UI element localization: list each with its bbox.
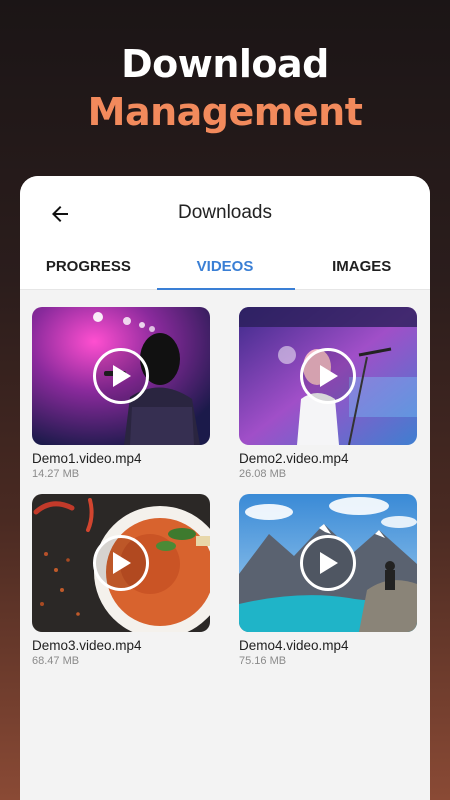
tab-videos[interactable]: VIDEOS xyxy=(157,254,294,289)
play-button[interactable] xyxy=(300,535,356,591)
promo-title-line2: Management xyxy=(87,90,363,134)
play-icon xyxy=(113,365,131,387)
video-thumbnail[interactable] xyxy=(239,494,417,632)
video-grid: Demo1.video.mp4 14.27 MB Demo2.video.mp4… xyxy=(20,290,430,667)
video-card[interactable]: Demo2.video.mp4 26.08 MB xyxy=(239,307,417,480)
video-filesize: 26.08 MB xyxy=(239,468,287,480)
play-icon xyxy=(320,552,338,574)
video-card[interactable]: Demo1.video.mp4 14.27 MB xyxy=(32,307,210,480)
video-filename: Demo4.video.mp4 xyxy=(239,638,349,653)
app-screen: Downloads PROGRESS VIDEOS IMAGES Demo1.v… xyxy=(20,176,430,800)
video-card[interactable]: Demo3.video.mp4 68.47 MB xyxy=(32,494,210,667)
play-button[interactable] xyxy=(93,348,149,404)
tab-images[interactable]: IMAGES xyxy=(293,254,430,289)
app-bar: Downloads xyxy=(20,176,430,254)
video-filename: Demo1.video.mp4 xyxy=(32,451,142,466)
video-filename: Demo3.video.mp4 xyxy=(32,638,142,653)
promo-title: Download Management xyxy=(0,40,450,136)
video-filesize: 75.16 MB xyxy=(239,655,287,667)
video-thumbnail[interactable] xyxy=(239,307,417,445)
video-filesize: 68.47 MB xyxy=(32,655,80,667)
page-title: Downloads xyxy=(178,202,272,223)
video-thumbnail[interactable] xyxy=(32,307,210,445)
video-filename: Demo2.video.mp4 xyxy=(239,451,349,466)
play-button[interactable] xyxy=(93,535,149,591)
tab-progress[interactable]: PROGRESS xyxy=(20,254,157,289)
video-thumbnail[interactable] xyxy=(32,494,210,632)
play-icon xyxy=(113,552,131,574)
tab-bar: PROGRESS VIDEOS IMAGES xyxy=(20,254,430,290)
video-filesize: 14.27 MB xyxy=(32,468,80,480)
promo-title-line1: Download xyxy=(121,42,329,86)
video-card[interactable]: Demo4.video.mp4 75.16 MB xyxy=(239,494,417,667)
play-button[interactable] xyxy=(300,348,356,404)
play-icon xyxy=(320,365,338,387)
